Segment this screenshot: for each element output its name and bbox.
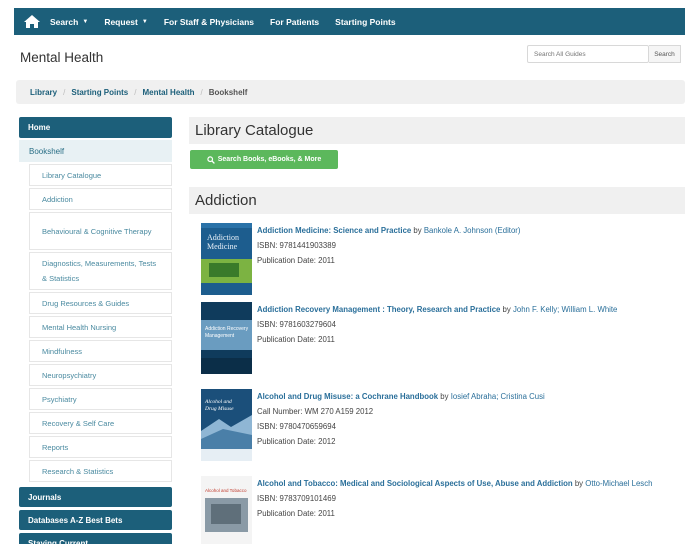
sidebar-item-behavioural-therapy[interactable]: Behavioural & Cognitive Therapy	[29, 212, 172, 250]
sidebar-item-psychiatry[interactable]: Psychiatry	[29, 388, 172, 410]
book-title-link[interactable]: Alcohol and Drug Misuse: a Cochrane Hand…	[257, 392, 438, 401]
book-cover-image[interactable]: Alcohol and Tobacco	[201, 476, 252, 544]
sidebar-item-bookshelf[interactable]: Bookshelf	[19, 140, 172, 162]
book-isbn: ISBN: 9780470659694	[257, 422, 336, 431]
search-button[interactable]: Search	[649, 45, 681, 63]
page-title: Mental Health	[20, 50, 104, 65]
search-books-button[interactable]: Search Books, eBooks, & More	[190, 150, 338, 169]
search-icon	[207, 155, 215, 164]
sidebar-item-databases[interactable]: Databases A-Z Best Bets	[19, 510, 172, 530]
chevron-down-icon: ▼	[82, 18, 89, 25]
book-title-link[interactable]: Addiction Medicine: Science and Practice	[257, 226, 411, 235]
by-label: by	[502, 305, 511, 314]
sidebar-item-diagnostics[interactable]: Diagnostics, Measurements, Tests & Stati…	[29, 252, 172, 290]
home-icon[interactable]	[14, 8, 50, 35]
sidebar-item-addiction[interactable]: Addiction	[29, 188, 172, 210]
svg-text:Drug Misuse: Drug Misuse	[204, 406, 234, 412]
nav-search[interactable]: Search ▼	[50, 17, 88, 27]
book-info: Alcohol and Tobacco: Medical and Sociolo…	[257, 476, 681, 521]
book-info: Addiction Medicine: Science and Practice…	[257, 223, 681, 268]
nav-starting-points[interactable]: Starting Points	[335, 17, 395, 27]
svg-text:Medicine: Medicine	[207, 242, 238, 251]
sidebar-item-research-statistics[interactable]: Research & Statistics	[29, 460, 172, 482]
search-input[interactable]	[527, 45, 649, 63]
breadcrumb-current: Bookshelf	[208, 87, 248, 97]
book-title-link[interactable]: Alcohol and Tobacco: Medical and Sociolo…	[257, 479, 573, 488]
sidebar-item-journals[interactable]: Journals	[19, 487, 172, 507]
chevron-down-icon: ▼	[141, 18, 148, 25]
sidebar-item-reports[interactable]: Reports	[29, 436, 172, 458]
breadcrumb-separator: /	[134, 87, 137, 97]
svg-text:Alcohol and: Alcohol and	[204, 399, 232, 405]
book-publication-date: Publication Date: 2012	[257, 437, 336, 446]
book-cover-image[interactable]: Alcohol and Drug Misuse	[201, 389, 252, 461]
book-info: Addiction Recovery Management : Theory, …	[257, 302, 681, 347]
book-isbn: ISBN: 9781603279604	[257, 320, 336, 329]
sidebar-item-recovery-self-care[interactable]: Recovery & Self Care	[29, 412, 172, 434]
book-author: Otto-Michael Lesch	[585, 479, 653, 488]
book-cover-image[interactable]: Addiction Medicine	[201, 223, 252, 295]
breadcrumb: Library / Starting Points / Mental Healt…	[16, 80, 685, 104]
book-author: Bankole A. Johnson (Editor)	[423, 226, 521, 235]
book-isbn: ISBN: 9781441903389	[257, 241, 336, 250]
nav-request[interactable]: Request ▼	[104, 17, 148, 27]
by-label: by	[440, 392, 449, 401]
addiction-heading: Addiction	[189, 187, 685, 214]
book-cover-image[interactable]: Addiction Recovery Management	[201, 302, 252, 374]
sidebar: Home Bookshelf Library Catalogue Addicti…	[19, 117, 172, 544]
book-author: John F. Kelly; William L. White	[512, 305, 618, 314]
book-author: Iosief Abraha; Cristina Cusi	[450, 392, 545, 401]
sidebar-item-neuropsychiatry[interactable]: Neuropsychiatry	[29, 364, 172, 386]
svg-text:Alcohol and Tobacco: Alcohol and Tobacco	[205, 488, 247, 493]
svg-text:Addiction Recovery: Addiction Recovery	[205, 326, 249, 332]
breadcrumb-separator: /	[200, 87, 203, 97]
book-title-link[interactable]: Addiction Recovery Management : Theory, …	[257, 305, 500, 314]
top-nav: Search ▼ Request ▼ For Staff & Physicians …	[14, 8, 685, 35]
nav-staff-physicians[interactable]: For Staff & Physicians	[164, 17, 254, 27]
book-publication-date: Publication Date: 2011	[257, 335, 335, 344]
sidebar-item-mindfulness[interactable]: Mindfulness	[29, 340, 172, 362]
book-publication-date: Publication Date: 2011	[257, 509, 335, 518]
book-isbn: ISBN: 9783709101469	[257, 494, 336, 503]
svg-text:Management: Management	[205, 333, 235, 339]
by-label: by	[574, 479, 584, 488]
book-call-number: Call Number: WM 270 A159 2012	[257, 407, 374, 416]
breadcrumb-library[interactable]: Library	[30, 88, 57, 97]
nav-search-label: Search	[50, 16, 79, 27]
svg-text:Addiction: Addiction	[207, 233, 239, 242]
book-info: Alcohol and Drug Misuse: a Cochrane Hand…	[257, 389, 681, 449]
search-books-label: Search Books, eBooks, & More	[217, 156, 322, 163]
sidebar-item-staying-current[interactable]: Staying Current	[19, 533, 172, 544]
breadcrumb-separator: /	[63, 87, 66, 97]
breadcrumb-mental-health[interactable]: Mental Health	[142, 88, 194, 97]
sidebar-item-library-catalogue[interactable]: Library Catalogue	[29, 164, 172, 186]
nav-request-label: Request	[104, 16, 138, 27]
sidebar-item-drug-resources[interactable]: Drug Resources & Guides	[29, 292, 172, 314]
nav-patients[interactable]: For Patients	[270, 17, 319, 27]
sidebar-item-mental-health-nursing[interactable]: Mental Health Nursing	[29, 316, 172, 338]
by-label: by	[413, 226, 422, 235]
book-publication-date: Publication Date: 2011	[257, 256, 335, 265]
breadcrumb-starting-points[interactable]: Starting Points	[71, 88, 128, 97]
library-catalogue-heading: Library Catalogue	[189, 117, 685, 144]
sidebar-item-home[interactable]: Home	[19, 117, 172, 138]
